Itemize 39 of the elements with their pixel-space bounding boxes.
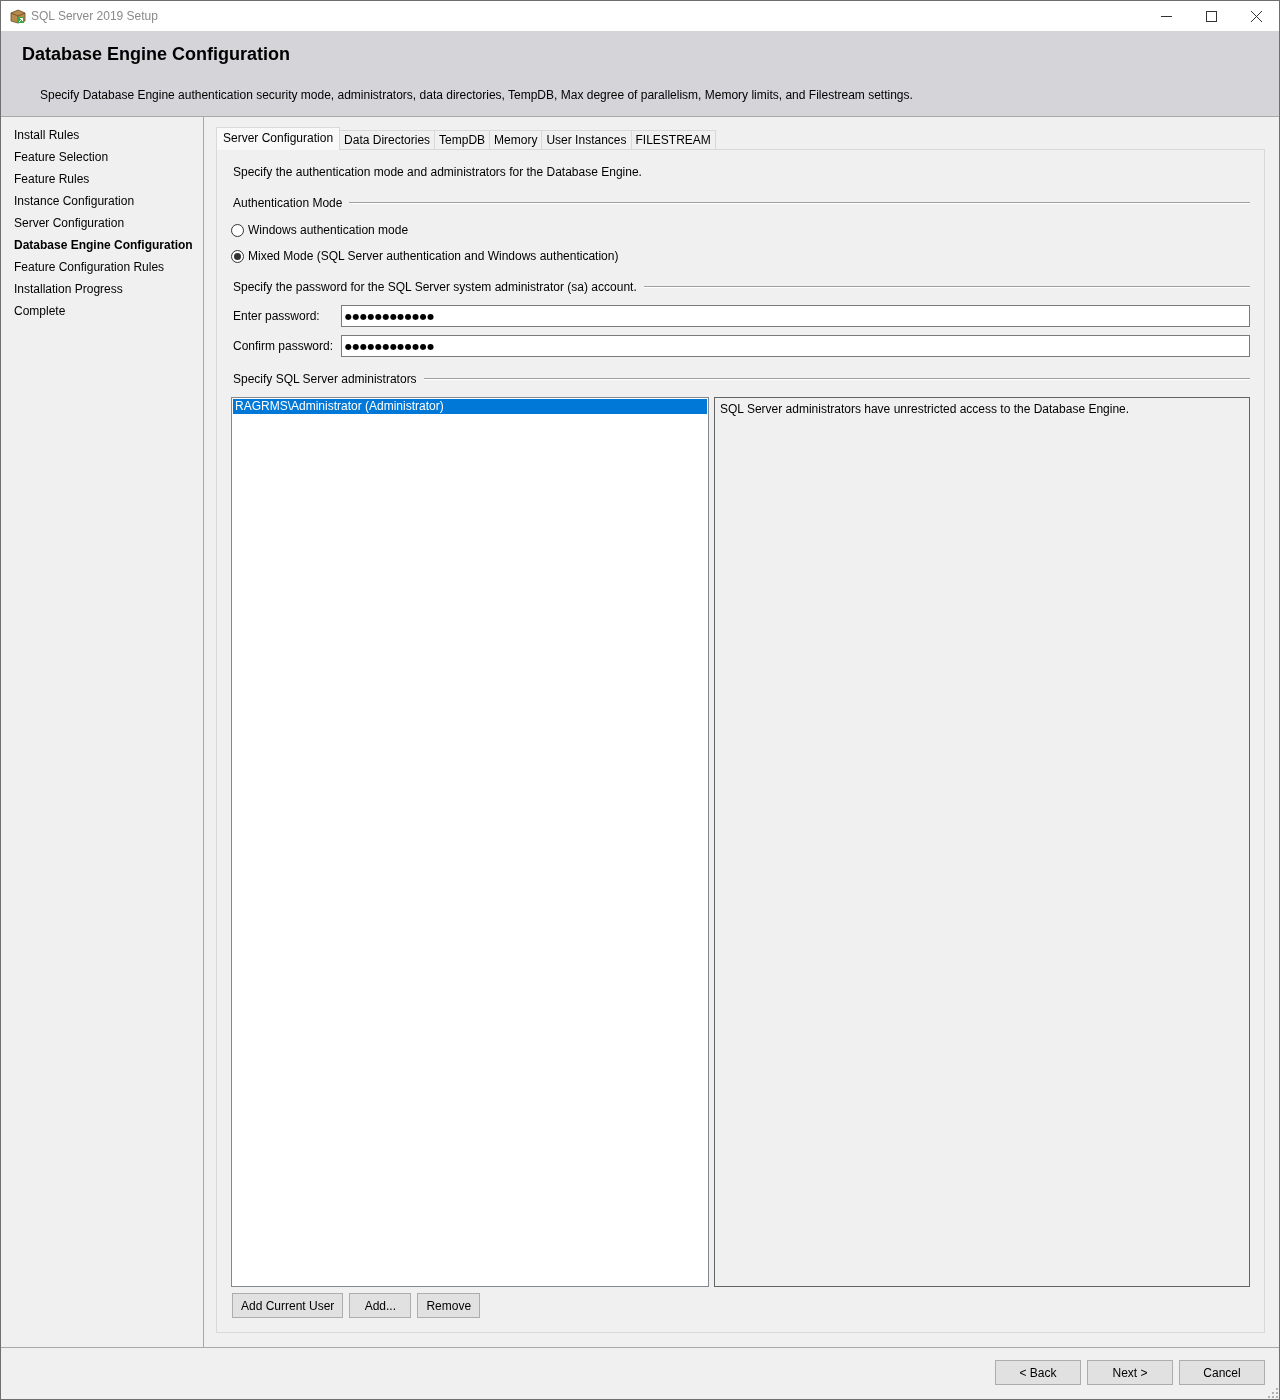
password-field[interactable]: ●●●●●●●●●●●●	[341, 305, 1250, 327]
tab[interactable]: Server Configuration	[216, 127, 341, 150]
list-item[interactable]: RAGRMS\Administrator (Administrator)	[233, 399, 707, 414]
push-button[interactable]: Add...	[349, 1293, 412, 1318]
tab[interactable]: FILESTREAM	[630, 130, 716, 150]
group-heading: Specify SQL Server administrators	[233, 371, 417, 387]
close-icon	[1251, 10, 1262, 22]
page-description: Specify Database Engine authentication security mode, administrators, data directories, TempDB, Max degree of parallelism, Memory limits, and Filestream settings.	[40, 87, 914, 103]
description-text: SQL Server administrators have unrestricted access to the Database Engine.	[720, 401, 1131, 417]
sidebar-step[interactable]: Complete	[14, 300, 203, 322]
maximize-icon	[1206, 10, 1217, 22]
push-button[interactable]: Add Current User	[232, 1293, 344, 1318]
group-heading: Specify the password for the SQL Server system administrator (sa) account.	[233, 279, 637, 295]
sidebar-step[interactable]: Feature Selection	[14, 146, 203, 168]
sidebar-step[interactable]: Database Engine Configuration	[14, 234, 203, 256]
footer-button[interactable]: Next >	[1087, 1360, 1173, 1385]
resize-grip-icon	[1268, 1388, 1278, 1398]
page-title: Database Engine Configuration	[22, 43, 292, 65]
tab[interactable]: Memory	[489, 130, 543, 150]
sidebar-step[interactable]: Installation Progress	[14, 278, 203, 300]
sidebar-step[interactable]: Feature Rules	[14, 168, 203, 190]
footer-button[interactable]: Cancel	[1179, 1360, 1265, 1385]
sidebar-step[interactable]: Feature Configuration Rules	[14, 256, 203, 278]
group-heading: Authentication Mode	[233, 195, 343, 211]
intro-text: Specify the authentication mode and administrators for the Database Engine.	[233, 164, 643, 180]
window-title: SQL Server 2019 Setup	[31, 9, 158, 23]
sidebar-step[interactable]: Server Configuration	[14, 212, 203, 234]
radio-option[interactable]: Mixed Mode (SQL Server authentication and Windows authentication)	[231, 248, 619, 264]
password-field[interactable]: ●●●●●●●●●●●●	[341, 335, 1250, 357]
footer-button[interactable]: < Back	[995, 1360, 1081, 1385]
field-label: Enter password:	[233, 308, 321, 324]
package-icon	[10, 8, 26, 24]
radio-option[interactable]: Windows authentication mode	[231, 222, 409, 238]
field-label: Confirm password:	[233, 338, 335, 354]
sidebar-step[interactable]: Install Rules	[14, 124, 203, 146]
tab[interactable]: TempDB	[434, 130, 491, 150]
push-button[interactable]: Remove	[417, 1293, 481, 1318]
sidebar-step[interactable]: Instance Configuration	[14, 190, 203, 212]
administrators-list[interactable]: RAGRMS\Administrator (Administrator)	[231, 397, 709, 1287]
